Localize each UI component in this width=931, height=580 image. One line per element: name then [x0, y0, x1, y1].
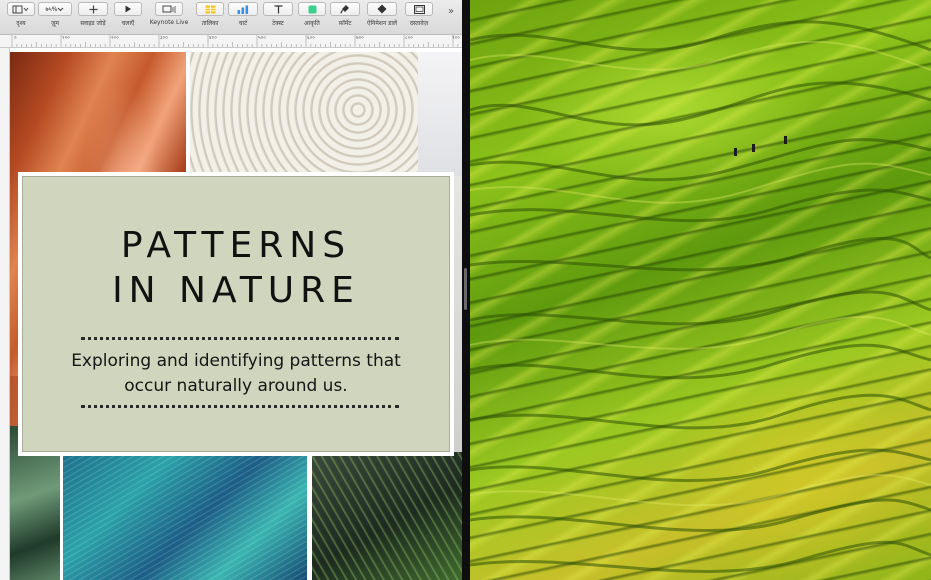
- toolbar: दृश्य ७५% ज़ूम स्लाइड जोड़ें चलाएँ Keyno…: [0, 0, 462, 35]
- slide-subtitle-line-1: Exploring and identifying patterns that: [71, 351, 401, 371]
- title-card[interactable]: PATTERNS IN NATURE Exploring and identif…: [22, 176, 450, 452]
- ruler-label: ४००: [209, 35, 217, 41]
- chevron-down-icon: [57, 6, 64, 12]
- zoom-label: ज़ूम: [50, 20, 60, 27]
- text-label: टेक्स्ट: [272, 20, 284, 27]
- vertical-ruler[interactable]: [0, 48, 10, 580]
- table-button[interactable]: तालिका: [196, 2, 224, 32]
- animate-button[interactable]: ऐनिमेशन डालें: [362, 2, 402, 32]
- ruler-label: ७००: [356, 35, 364, 41]
- keynote-live-button[interactable]: Keynote Live: [146, 2, 192, 32]
- slide-subtitle[interactable]: Exploring and identifying patterns that …: [53, 349, 419, 399]
- format-label: फ़ॉर्मेट: [338, 20, 352, 27]
- split-view-handle[interactable]: [464, 268, 467, 310]
- slide-title-line-2: IN NATURE: [112, 270, 360, 311]
- view-button[interactable]: दृश्य: [6, 2, 36, 32]
- ruler-label: २००: [111, 35, 119, 41]
- view-icon: [12, 5, 30, 14]
- plus-icon: [89, 5, 98, 14]
- shape-icon: [308, 5, 317, 14]
- play-icon: [124, 5, 132, 13]
- horizontal-ruler[interactable]: ० १०० २०० ३०० ४०० ५०० ६०० ७०० ८०० ९००: [0, 35, 462, 48]
- add-slide-button[interactable]: स्लाइड जोड़ें: [76, 2, 110, 32]
- rice-terrace-photo: [470, 0, 931, 580]
- view-label: दृश्य: [16, 20, 26, 27]
- ruler-label: ८००: [405, 35, 413, 41]
- document-icon: [413, 4, 425, 14]
- chart-label: चार्ट: [238, 20, 248, 27]
- shape-button[interactable]: आकृति: [298, 2, 326, 32]
- table-icon: [205, 5, 216, 14]
- slide-title[interactable]: PATTERNS IN NATURE: [23, 223, 449, 313]
- toolbar-overflow-icon[interactable]: »: [448, 6, 454, 17]
- format-button[interactable]: फ़ॉर्मेट: [330, 2, 360, 32]
- ruler-label: ०: [14, 35, 17, 41]
- chart-button[interactable]: चार्ट: [228, 2, 258, 32]
- zoom-value: ७५%: [45, 6, 58, 13]
- text-button[interactable]: टेक्स्ट: [262, 2, 294, 32]
- ruler-label: ६००: [307, 35, 315, 41]
- table-label: तालिका: [201, 20, 219, 27]
- chart-icon: [237, 5, 249, 14]
- ruler-label: ३००: [160, 35, 168, 41]
- slide-title-line-1: PATTERNS: [120, 225, 352, 266]
- terrace-contours: [470, 20, 931, 573]
- keynote-window: दृश्य ७५% ज़ूम स्लाइड जोड़ें चलाएँ Keyno…: [0, 0, 462, 580]
- text-icon: [274, 4, 283, 14]
- animate-label: ऐनिमेशन डालें: [367, 20, 397, 27]
- document-label: दस्तावेज़: [409, 20, 429, 27]
- play-button[interactable]: चलाएँ: [114, 2, 142, 32]
- slide-subtitle-line-2: occur naturally around us.: [124, 376, 348, 396]
- feather-photo[interactable]: [63, 452, 307, 580]
- format-brush-icon: [340, 4, 350, 14]
- fern-photo[interactable]: [312, 452, 462, 580]
- zoom-button[interactable]: ७५% ज़ूम: [38, 2, 72, 32]
- ruler-label: ९००: [452, 35, 460, 41]
- play-label: चलाएँ: [121, 20, 135, 27]
- dotted-divider-top: [81, 337, 399, 340]
- keynote-live-icon: [162, 5, 176, 14]
- farmers: [734, 136, 787, 156]
- document-button[interactable]: दस्तावेज़: [404, 2, 434, 32]
- animate-diamond-icon: [377, 4, 387, 14]
- ammonite-shell-photo[interactable]: [190, 52, 418, 176]
- dotted-divider-bottom: [81, 405, 399, 408]
- shape-label: आकृति: [304, 20, 320, 27]
- add-slide-label: स्लाइड जोड़ें: [80, 20, 106, 27]
- white-shell-photo[interactable]: [418, 52, 462, 176]
- ruler-label: १००: [62, 35, 70, 41]
- ruler-label: ५००: [258, 35, 266, 41]
- slide-canvas[interactable]: PATTERNS IN NATURE Exploring and identif…: [10, 48, 462, 580]
- keynote-live-label: Keynote Live: [149, 19, 189, 26]
